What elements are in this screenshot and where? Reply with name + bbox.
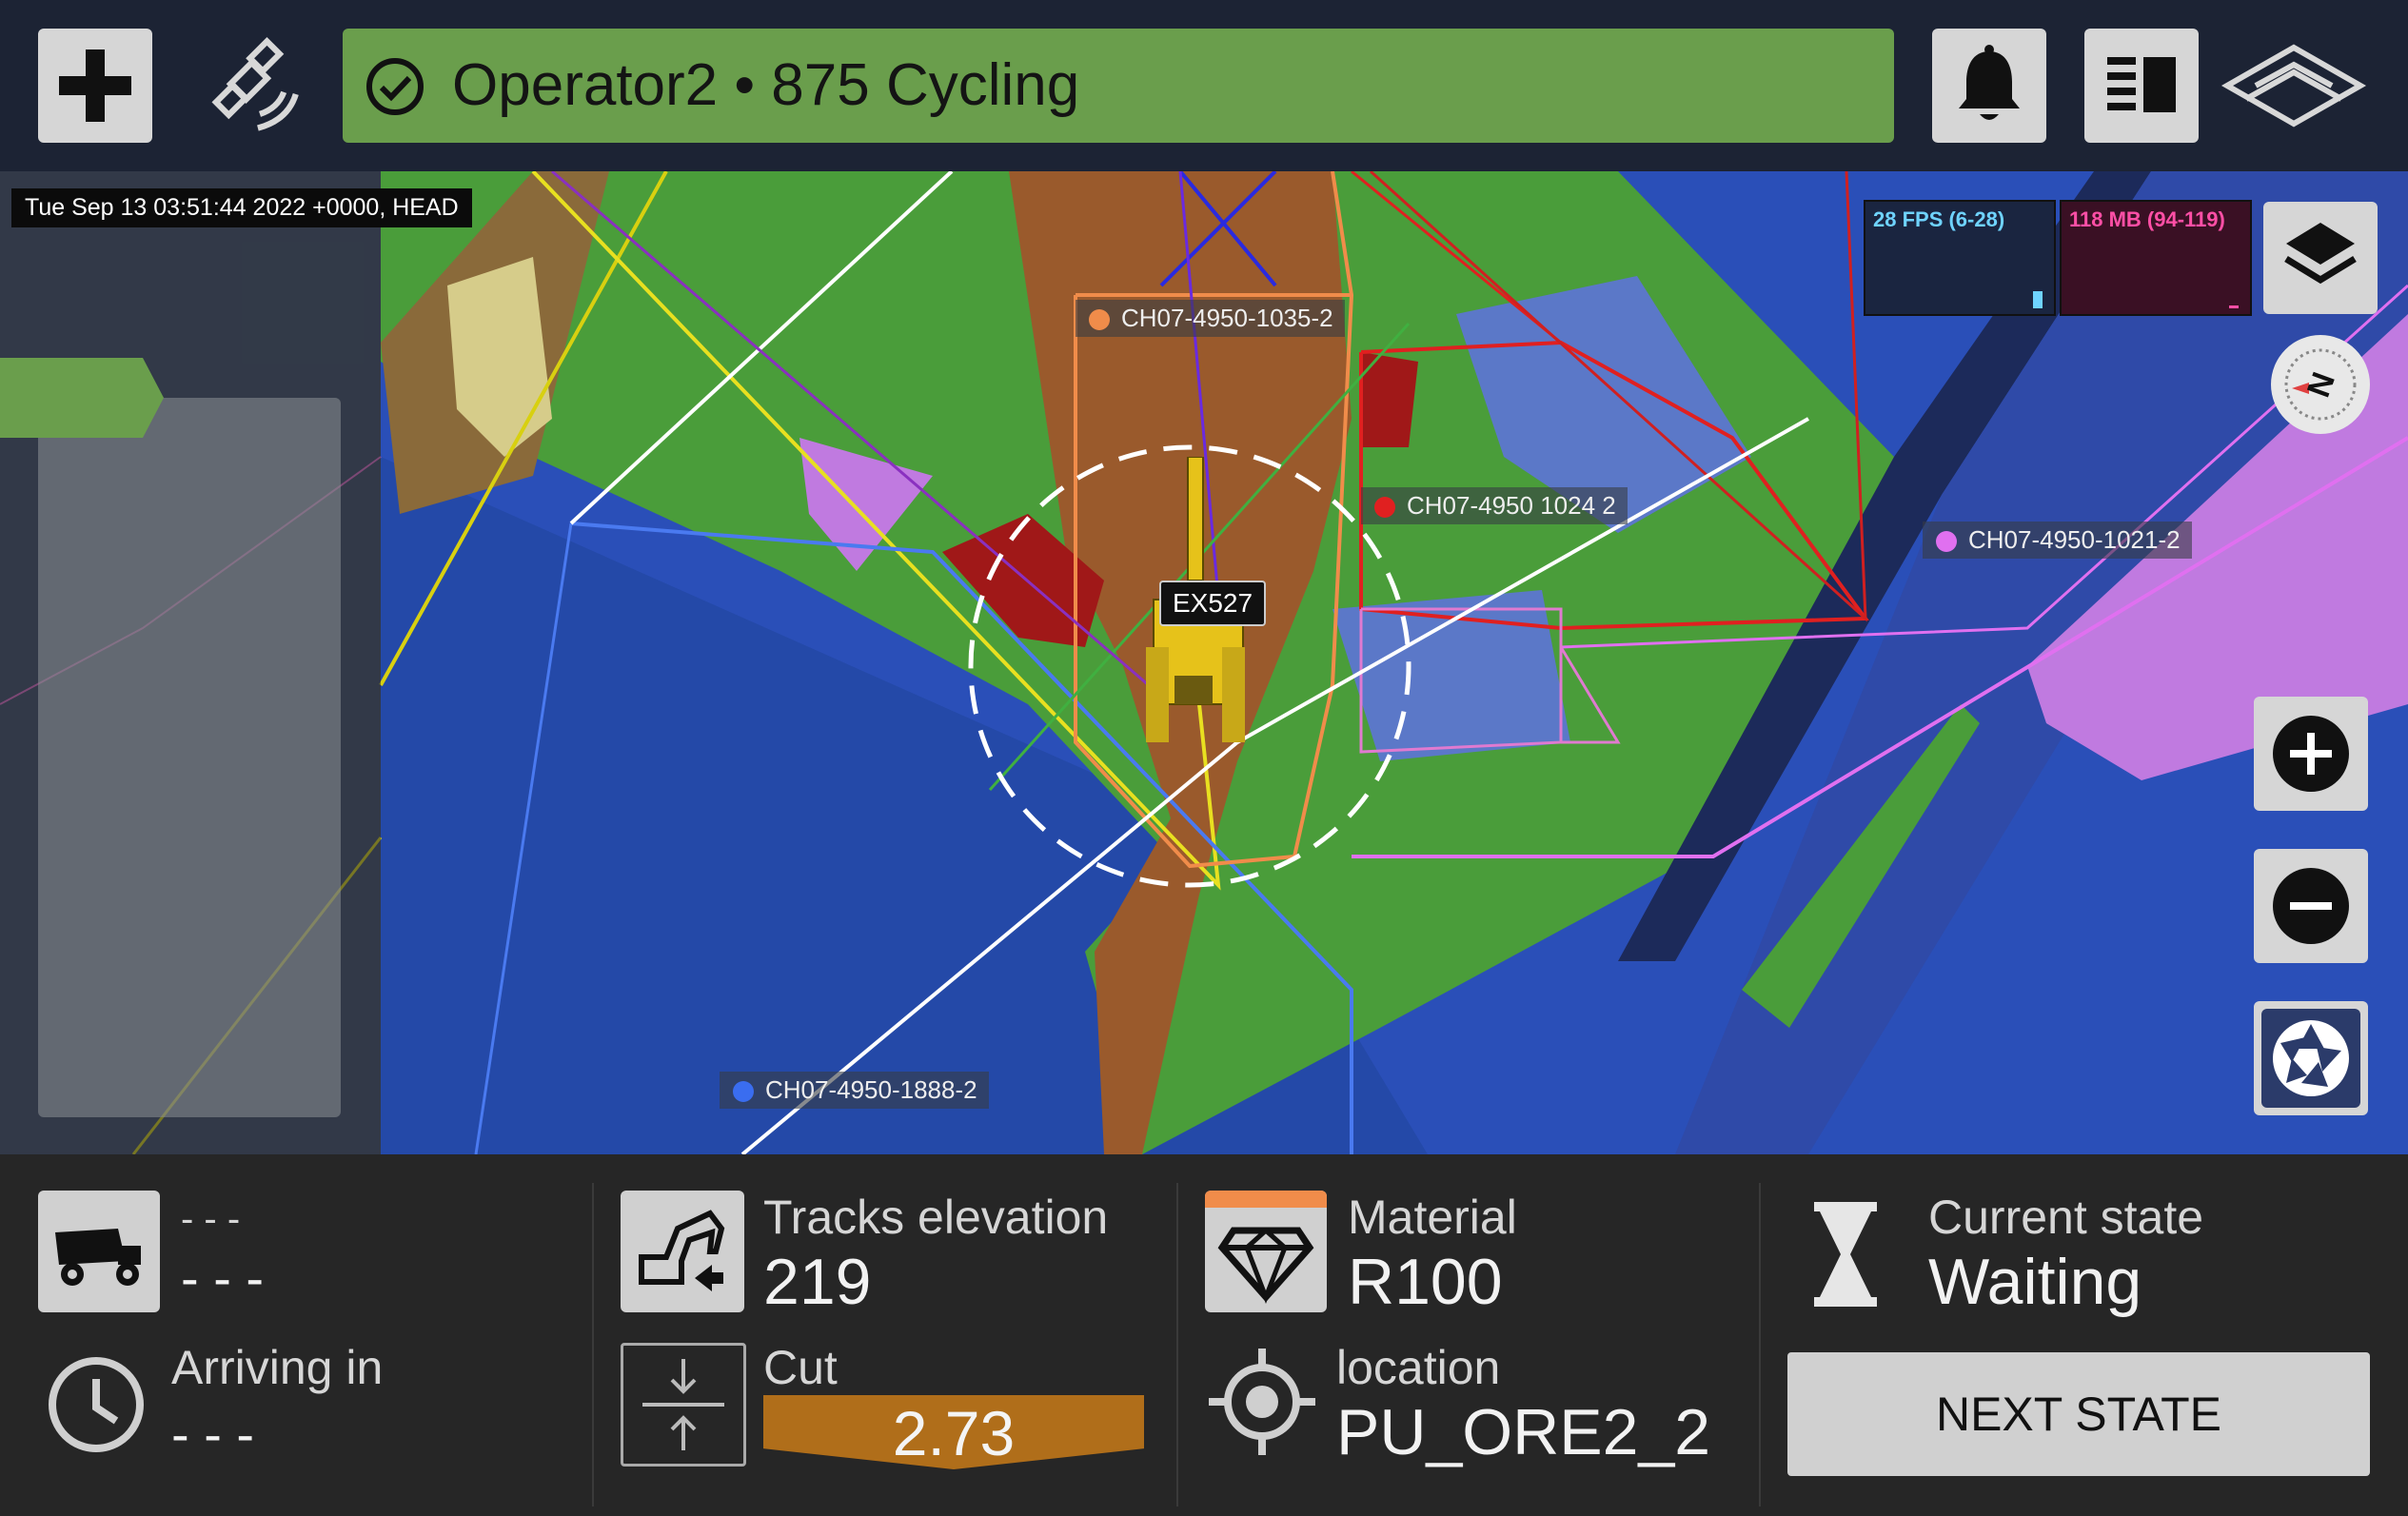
block-label-text: CH07-4950-1021-2	[1968, 525, 2181, 554]
cut-icon-box	[621, 1343, 746, 1467]
cut-label: Cut	[763, 1341, 838, 1394]
location-label: location	[1336, 1341, 1501, 1394]
bottom-info-panel: - - - - - - Arriving in - - - Tracks ele…	[0, 1154, 2408, 1516]
bell-icon	[1959, 45, 2020, 120]
dump-truck-icon	[55, 1229, 141, 1286]
material-value: R100	[1348, 1246, 1503, 1318]
block-label-1888[interactable]: CH07-4950-1888-2	[720, 1072, 989, 1109]
panel-icon	[2107, 57, 2176, 112]
block-color-dot	[733, 1081, 754, 1102]
divider	[1759, 1183, 1761, 1506]
notifications-button[interactable]	[1932, 29, 2046, 143]
next-state-button[interactable]: NEXT STATE	[1787, 1352, 2370, 1476]
block-label-text: CH07-4950-1035-2	[1121, 304, 1333, 332]
layers-button[interactable]	[2263, 202, 2378, 314]
compass-icon: N	[2284, 348, 2357, 421]
side-panel-card[interactable]	[38, 398, 341, 1117]
location-value: PU_ORE2_2	[1336, 1396, 1711, 1468]
plus-icon	[59, 49, 131, 122]
excavator-icon-box	[621, 1191, 744, 1312]
aperture-icon	[2261, 1009, 2360, 1108]
diamond-icon	[1217, 1227, 1314, 1304]
fps-text: 28 FPS (6-28)	[1873, 207, 2005, 231]
truck-line-2: - - -	[181, 1248, 265, 1308]
memory-bar	[2229, 305, 2239, 308]
current-state-label: Current state	[1928, 1191, 2204, 1244]
material-color-strip	[1205, 1191, 1327, 1208]
truck-line-1: - - -	[181, 1198, 241, 1240]
current-state-value: Waiting	[1928, 1246, 2142, 1318]
truck-icon-box	[38, 1191, 160, 1312]
target-location-icon	[1209, 1349, 1315, 1455]
divider	[592, 1183, 594, 1506]
fps-monitor: 28 FPS (6-28)	[1864, 200, 2056, 316]
clock-icon	[49, 1357, 144, 1452]
divider	[1176, 1183, 1178, 1506]
add-button[interactable]	[38, 29, 152, 143]
compass-button[interactable]: N	[2271, 335, 2370, 434]
brand-logo-icon	[2220, 44, 2367, 128]
block-color-dot	[1374, 497, 1395, 518]
block-label-1024[interactable]: CH07-4950 1024 2	[1361, 487, 1628, 524]
block-label-1021[interactable]: CH07-4950-1021-2	[1923, 522, 2192, 559]
camera-view-button[interactable]	[2254, 1001, 2368, 1115]
top-bar: Operator2 • 875 Cycling	[0, 0, 2408, 171]
operator-status-text: Operator2 • 875 Cycling	[452, 52, 1080, 118]
cut-value: 2.73	[892, 1398, 1016, 1468]
memory-monitor: 118 MB (94-119)	[2060, 200, 2252, 316]
map-view[interactable]: Tue Sep 13 03:51:44 2022 +0000, HEAD EX5…	[0, 171, 2408, 1154]
fps-bar	[2033, 291, 2043, 308]
material-icon-box	[1205, 1191, 1327, 1312]
zoom-out-button[interactable]	[2254, 849, 2368, 963]
material-label: Material	[1348, 1191, 1517, 1244]
map-timestamp: Tue Sep 13 03:51:44 2022 +0000, HEAD	[11, 188, 472, 227]
zoom-out-icon	[2273, 868, 2349, 944]
machine-label: EX527	[1159, 581, 1267, 626]
check-circle-icon	[366, 58, 424, 115]
satellite-icon[interactable]	[200, 36, 300, 136]
side-panel-button[interactable]	[2084, 29, 2199, 143]
side-panel-tab[interactable]	[0, 358, 164, 438]
hourglass-icon	[1814, 1202, 1877, 1307]
zoom-in-button[interactable]	[2254, 697, 2368, 811]
tracks-elevation-value: 219	[763, 1246, 872, 1318]
cut-value-bar: 2.73	[763, 1395, 1144, 1469]
block-color-dot	[1936, 531, 1957, 552]
block-label-1035[interactable]: CH07-4950-1035-2	[1076, 300, 1345, 337]
operator-status-bar[interactable]: Operator2 • 875 Cycling	[343, 29, 1894, 143]
tracks-elevation-label: Tracks elevation	[763, 1191, 1109, 1244]
block-label-text: CH07-4950-1888-2	[765, 1075, 977, 1104]
zoom-in-icon	[2273, 716, 2349, 792]
svg-text:N: N	[2300, 367, 2342, 402]
memory-text: 118 MB (94-119)	[2069, 207, 2225, 231]
compress-icon	[642, 1359, 724, 1450]
layers-icon	[2284, 223, 2357, 285]
arriving-value: - - -	[171, 1404, 255, 1464]
excavator-elevation-icon	[639, 1210, 725, 1291]
block-label-text: CH07-4950 1024 2	[1407, 491, 1616, 520]
arriving-label: Arriving in	[171, 1341, 384, 1394]
block-color-dot	[1089, 309, 1110, 330]
